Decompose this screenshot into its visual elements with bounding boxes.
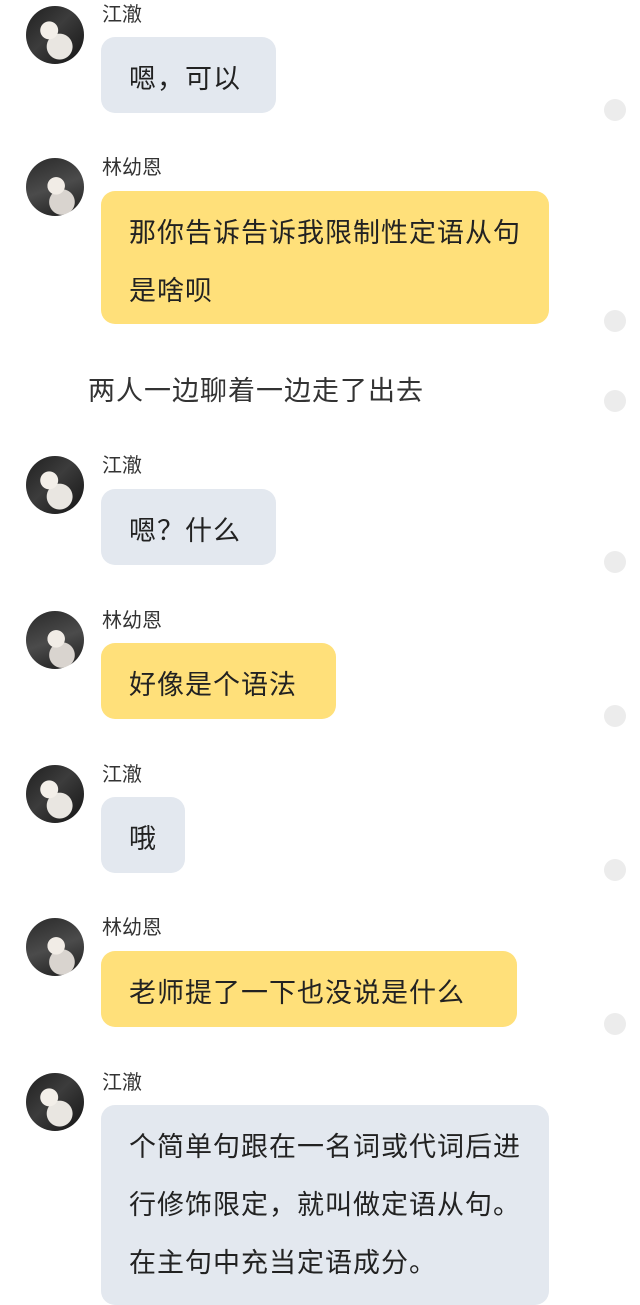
message-bubble[interactable]: 好像是个语法 — [101, 643, 336, 719]
message-text: 嗯，可以 — [129, 64, 241, 95]
sender-name: 林幼恩 — [102, 155, 162, 179]
sender-name: 江澈 — [102, 1070, 142, 1094]
message-text: 好像是个语法 — [129, 670, 297, 701]
sender-name: 江澈 — [102, 2, 142, 26]
status-dot[interactable] — [604, 390, 626, 412]
avatar-linyouen[interactable] — [26, 918, 84, 976]
narration-text: 两人一边聊着一边走了出去 — [88, 376, 424, 407]
avatar-jiangche[interactable] — [26, 765, 84, 823]
avatar-jiangche[interactable] — [26, 1073, 84, 1131]
status-dot[interactable] — [604, 859, 626, 881]
sender-name: 林幼恩 — [102, 915, 162, 939]
avatar-jiangche[interactable] — [26, 456, 84, 514]
message-bubble[interactable]: 老师提了一下也没说是什么 — [101, 951, 517, 1027]
sender-name: 林幼恩 — [102, 608, 162, 632]
avatar-linyouen[interactable] — [26, 158, 84, 216]
status-dot[interactable] — [604, 1013, 626, 1035]
sender-name: 江澈 — [102, 762, 142, 786]
message-text: 那你告诉告诉我限制性定语从句是啥呗 — [129, 218, 521, 307]
status-dot[interactable] — [604, 551, 626, 573]
message-text: 个简单句跟在一名词或代词后进行修饰限定，就叫做定语从句。在主句中充当定语成分。 — [129, 1132, 521, 1279]
sender-name: 江澈 — [102, 453, 142, 477]
status-dot[interactable] — [604, 310, 626, 332]
message-bubble[interactable]: 个简单句跟在一名词或代词后进行修饰限定，就叫做定语从句。在主句中充当定语成分。 — [101, 1105, 549, 1305]
message-bubble[interactable]: 嗯，可以 — [101, 37, 276, 113]
status-dot[interactable] — [604, 705, 626, 727]
message-text: 嗯？什么 — [129, 516, 241, 547]
message-bubble[interactable]: 那你告诉告诉我限制性定语从句是啥呗 — [101, 191, 549, 324]
message-bubble[interactable]: 哦 — [101, 797, 185, 873]
avatar-linyouen[interactable] — [26, 611, 84, 669]
status-dot[interactable] — [604, 99, 626, 121]
avatar-jiangche[interactable] — [26, 6, 84, 64]
message-text: 老师提了一下也没说是什么 — [129, 978, 465, 1009]
message-text: 哦 — [129, 824, 157, 855]
message-bubble[interactable]: 嗯？什么 — [101, 489, 276, 565]
